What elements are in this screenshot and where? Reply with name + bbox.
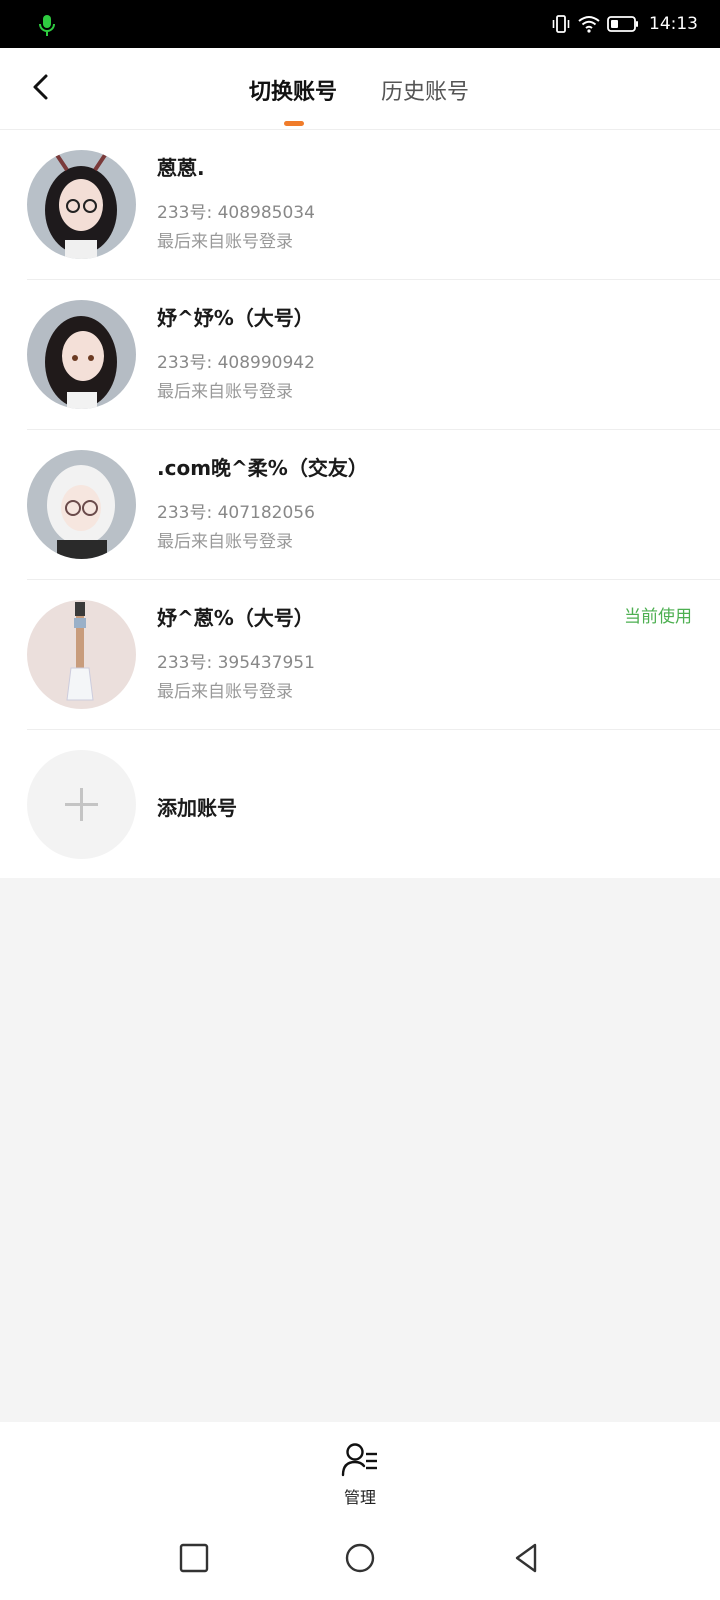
header: 切换账号 历史账号	[0, 48, 720, 130]
plus-icon	[65, 788, 98, 821]
last-login-source: 最后来自账号登录	[157, 232, 293, 252]
battery-icon	[607, 16, 638, 32]
avatar	[27, 600, 136, 709]
add-account-row[interactable]: 添加账号	[0, 730, 720, 878]
account-name: 蒽蒽.	[157, 156, 205, 180]
clock-time: 14:13	[649, 14, 698, 34]
user-list-icon	[341, 1443, 377, 1477]
tab-indicator	[284, 121, 304, 126]
avatar	[27, 300, 136, 409]
microphone-icon	[39, 15, 55, 36]
account-name: .com晚^柔%（交友）	[157, 456, 368, 480]
account-name: 妤^蒽%（大号）	[157, 606, 314, 630]
account-row-4[interactable]: 妤^蒽%（大号） 233号: 395437951 最后来自账号登录 当前使用	[0, 580, 720, 730]
account-name: 妤^妤%（大号）	[157, 306, 314, 330]
account-id: 233号: 408985034	[157, 203, 315, 223]
status-bar: 14:13	[0, 0, 720, 48]
account-row-2[interactable]: 妤^妤%（大号） 233号: 408990942 最后来自账号登录	[0, 280, 720, 430]
chevron-left-icon[interactable]	[24, 70, 58, 104]
account-list: 蒽蒽. 233号: 408985034 最后来自账号登录 妤^妤%（大号） 23…	[0, 130, 720, 878]
back-triangle-icon[interactable]	[508, 1540, 544, 1576]
tab-switch-account[interactable]: 切换账号	[249, 74, 337, 106]
bottom-bar: 管理	[0, 1422, 720, 1600]
current-account-badge: 当前使用	[624, 607, 692, 627]
account-id: 233号: 408990942	[157, 353, 315, 373]
manage-button[interactable]: 管理	[338, 1442, 382, 1508]
home-circle-icon[interactable]	[342, 1540, 378, 1576]
manage-label: 管理	[343, 1488, 376, 1507]
wifi-icon	[578, 16, 600, 33]
account-id: 233号: 407182056	[157, 503, 315, 523]
recent-apps-icon[interactable]	[176, 1540, 212, 1576]
vibrate-icon	[552, 15, 570, 33]
add-account-button[interactable]	[27, 750, 136, 859]
last-login-source: 最后来自账号登录	[157, 382, 293, 402]
account-row-1[interactable]: 蒽蒽. 233号: 408985034 最后来自账号登录	[0, 130, 720, 280]
last-login-source: 最后来自账号登录	[157, 532, 293, 552]
tab-history-account[interactable]: 历史账号	[381, 74, 469, 106]
last-login-source: 最后来自账号登录	[157, 682, 293, 702]
account-id: 233号: 395437951	[157, 653, 315, 673]
avatar	[27, 450, 136, 559]
avatar	[27, 150, 136, 259]
account-row-3[interactable]: .com晚^柔%（交友） 233号: 407182056 最后来自账号登录	[0, 430, 720, 580]
add-account-label: 添加账号	[157, 796, 237, 820]
